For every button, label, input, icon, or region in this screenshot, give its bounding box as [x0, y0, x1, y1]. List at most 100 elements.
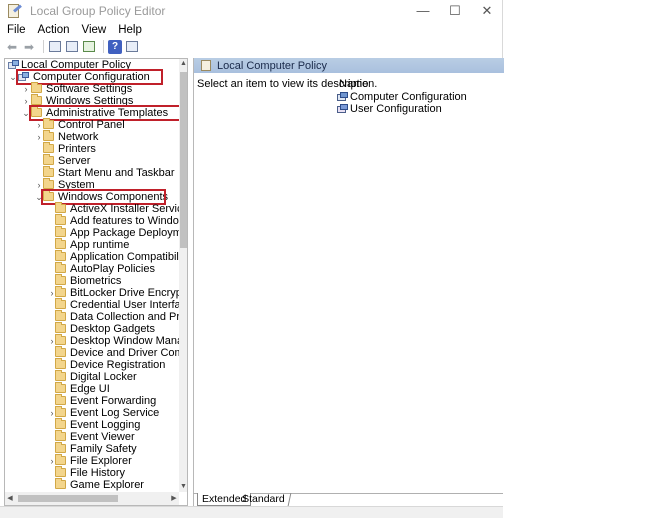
tree-item-label: Event Log Service [70, 407, 160, 419]
help-button[interactable]: ? [108, 39, 122, 54]
tree-item-label: Desktop Gadgets [70, 323, 155, 335]
folder-icon [55, 406, 66, 417]
folder-icon [55, 274, 66, 285]
menu-action[interactable]: Action [33, 22, 75, 38]
gpedit-window: Local Group Policy Editor — ☐ ✕ File Act… [0, 0, 504, 518]
tree-item-label: Server [58, 155, 91, 167]
folder-icon [43, 154, 54, 165]
toolbar-separator [43, 40, 44, 53]
tree-item-label: Application Compatibility [70, 251, 179, 263]
folder-icon [43, 130, 54, 141]
tree-item-label: Software Settings [46, 83, 133, 95]
view-tabs: Extended Standard [193, 493, 503, 506]
folder-icon [55, 262, 66, 273]
tree-item-label: Device Registration [70, 359, 166, 371]
toolbar: ⬅ ➡ ? [0, 38, 503, 55]
tree-item-label: Data Collection and Preview B [70, 311, 179, 323]
folder-icon [43, 118, 54, 129]
column-header-name[interactable]: Name [339, 78, 368, 90]
computer-config-icon [337, 92, 348, 103]
tree-item-label: BitLocker Drive Encryption [70, 287, 179, 299]
tree-item-label: Event Viewer [70, 431, 135, 443]
folder-icon [55, 346, 66, 357]
folder-icon [55, 430, 66, 441]
folder-icon [55, 478, 66, 489]
folder-icon [55, 202, 66, 213]
scroll-up-icon[interactable]: ▲ [179, 59, 187, 69]
folder-icon [55, 226, 66, 237]
properties-icon [66, 41, 78, 52]
tree-item-label: Control Panel [58, 119, 125, 131]
scroll-left-icon[interactable]: ◀ [5, 492, 15, 505]
folder-icon [55, 454, 66, 465]
tree-item-label: Edge UI [70, 383, 110, 395]
folder-icon [43, 142, 54, 153]
folder-icon [55, 298, 66, 309]
console-tree: Local Computer Policy ⌄ Computer Configur… [5, 59, 179, 492]
show-action-pane-button[interactable] [125, 40, 139, 54]
tree-item-label: Desktop Window Manager [70, 335, 179, 347]
folder-icon [55, 250, 66, 261]
tree-item-label: File Explorer [70, 455, 132, 467]
help-icon: ? [111, 41, 119, 52]
show-hide-console-tree-button[interactable] [48, 40, 62, 54]
action-pane-icon [126, 41, 138, 52]
folder-icon [55, 442, 66, 453]
folder-icon [55, 322, 66, 333]
folder-icon [43, 166, 54, 177]
folder-icon [55, 238, 66, 249]
menu-view[interactable]: View [77, 22, 112, 38]
maximize-button[interactable]: ☐ [439, 0, 471, 22]
tree-item-label: File History [70, 467, 126, 479]
details-header-title: Local Computer Policy [217, 59, 328, 72]
folder-icon [55, 286, 66, 297]
scroll-right-icon[interactable]: ▶ [169, 492, 179, 505]
tree-item-label: Digital Locker [70, 371, 137, 383]
folder-icon [55, 358, 66, 369]
user-config-icon [337, 104, 348, 115]
policy-document-icon [201, 60, 211, 71]
chevron-right-icon[interactable]: › [21, 83, 31, 95]
close-button[interactable]: ✕ [471, 0, 503, 22]
tree-item-label: AutoPlay Policies [70, 263, 155, 275]
tree-item-label: Network [58, 131, 99, 143]
tree-item-label: Biometrics [70, 275, 122, 287]
scroll-thumb[interactable] [18, 495, 118, 502]
tree-horizontal-scrollbar[interactable]: ◀ ▶ [5, 492, 179, 505]
folder-icon [31, 82, 42, 93]
tree-item-label: ActiveX Installer Service [70, 203, 179, 215]
tree-item-label: Add features to Windows 10 [70, 215, 179, 227]
details-pane: Local Computer Policy Select an item to … [193, 58, 504, 506]
folder-icon [55, 466, 66, 477]
title-bar: Local Group Policy Editor — ☐ ✕ [0, 0, 503, 22]
gpedit-app-icon [6, 3, 22, 19]
tree-vertical-scrollbar[interactable]: ▲ ▼ [179, 59, 187, 492]
window-title: Local Group Policy Editor [30, 4, 166, 18]
console-tree-pane: Local Computer Policy ⌄ Computer Configur… [4, 58, 188, 506]
menu-bar: File Action View Help [0, 22, 503, 38]
folder-icon [55, 370, 66, 381]
menu-file[interactable]: File [2, 22, 31, 38]
tree-item-label: App runtime [70, 239, 130, 251]
scroll-thumb[interactable] [180, 72, 187, 248]
tree-item-label: Printers [58, 143, 96, 155]
properties-button[interactable] [65, 40, 79, 54]
minimize-button[interactable]: — [407, 0, 439, 22]
export-list-button[interactable] [82, 40, 96, 54]
folder-icon [55, 310, 66, 321]
export-icon [83, 41, 95, 52]
forward-button[interactable]: ➡ [22, 40, 36, 54]
tree-item-label: Start Menu and Taskbar [58, 167, 175, 179]
tree-item-label: Device and Driver Compatibilit [70, 347, 179, 359]
scroll-down-icon[interactable]: ▼ [179, 482, 187, 492]
folder-icon [55, 382, 66, 393]
menu-help[interactable]: Help [113, 22, 147, 38]
back-button[interactable]: ⬅ [5, 40, 19, 54]
tab-standard[interactable]: Standard [236, 493, 292, 506]
details-header: Local Computer Policy [194, 58, 504, 73]
toolbar-separator [103, 40, 104, 53]
status-bar [0, 506, 503, 518]
folder-icon [31, 94, 42, 105]
tree-item-label: Game Explorer [70, 479, 144, 491]
tree-item-label: Credential User Interface [70, 299, 179, 311]
